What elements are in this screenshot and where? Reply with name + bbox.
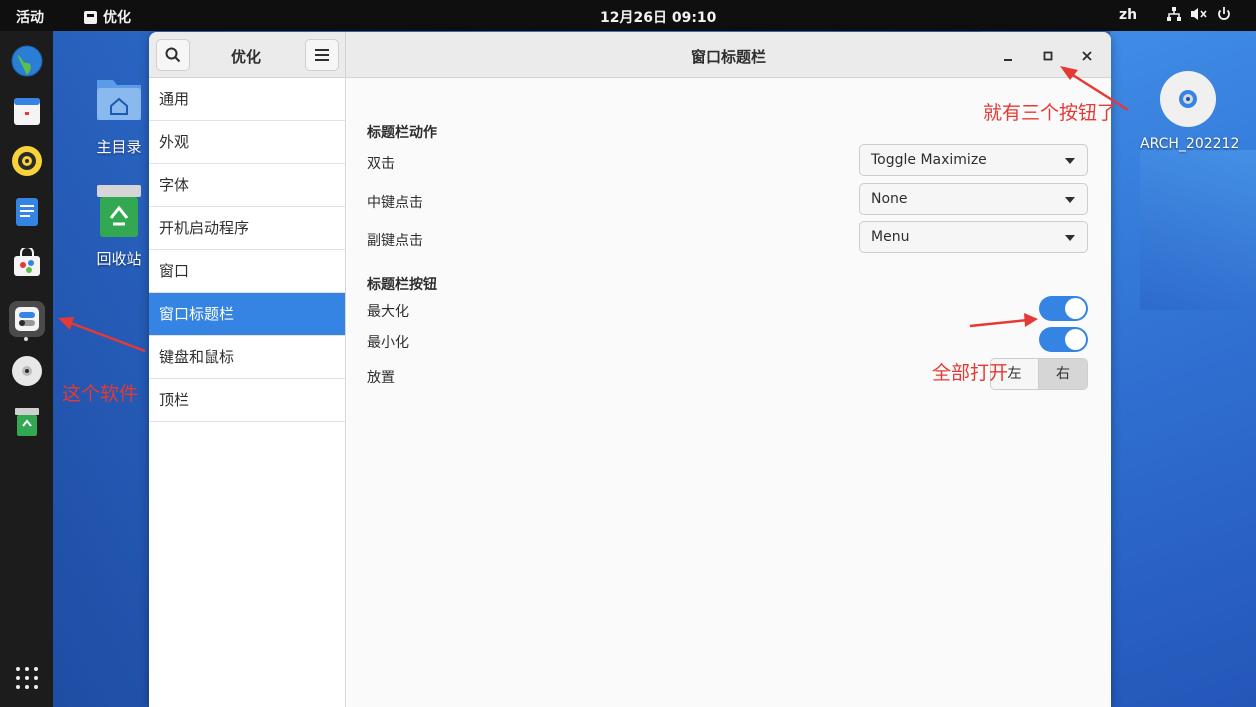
arrow-to-dock-app <box>58 317 146 353</box>
arrow-to-switches <box>969 313 1038 328</box>
arrow-to-maximize-button <box>1060 66 1129 112</box>
annotation-arrows <box>58 66 1129 353</box>
